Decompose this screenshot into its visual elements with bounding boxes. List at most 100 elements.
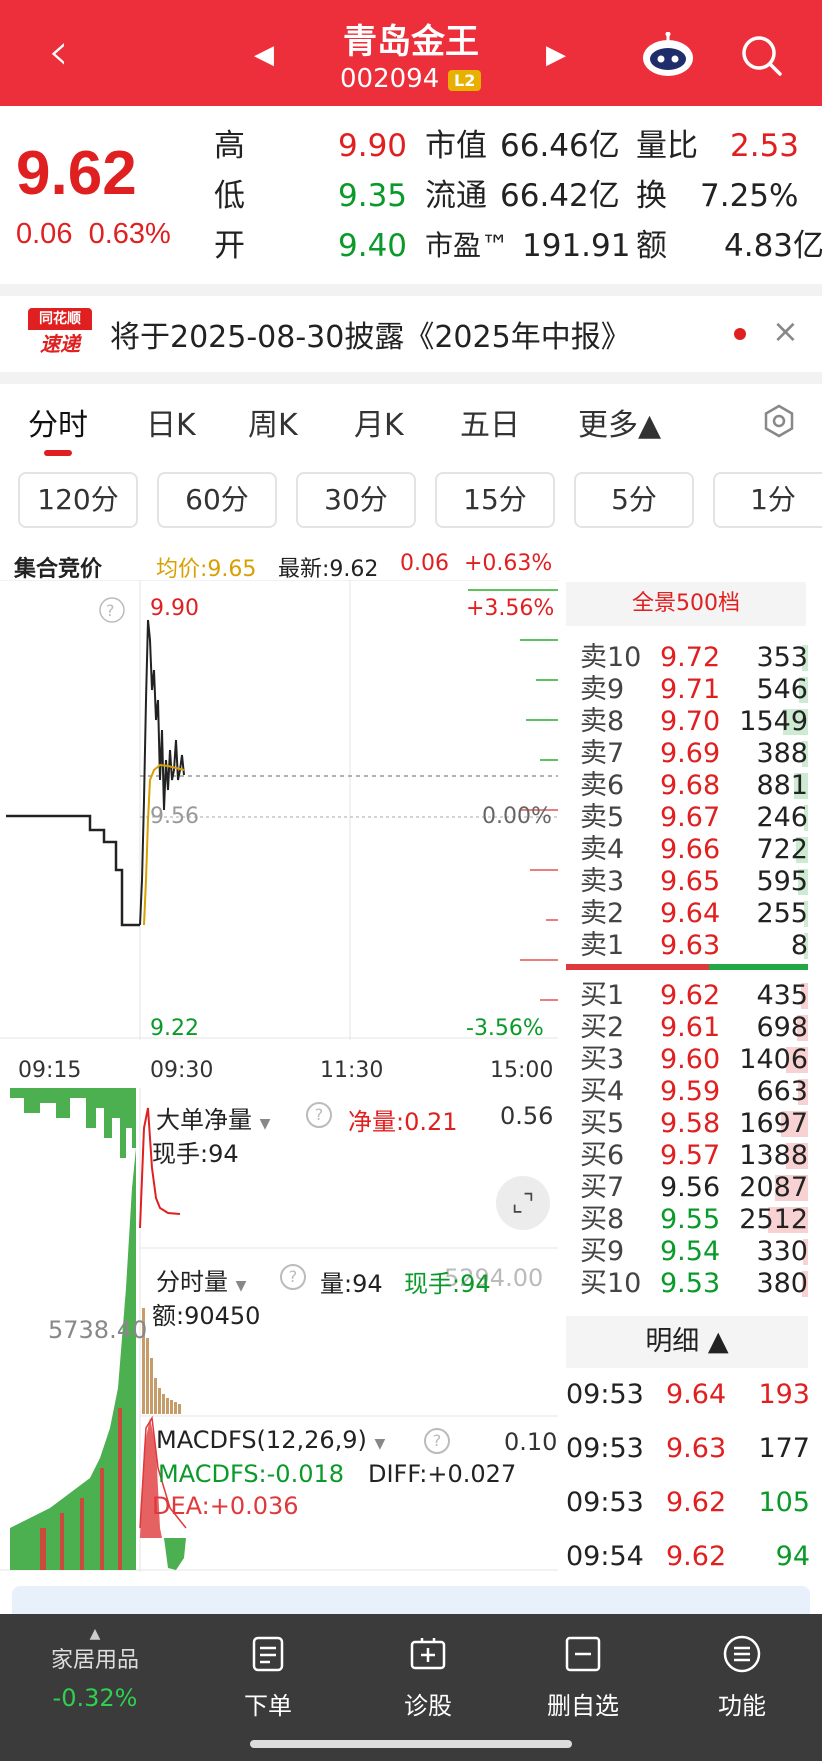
trade-detail-row[interactable]: 09:54 9.62 94 [566,1530,810,1584]
big-order-hand: 现手:94 [152,1140,239,1168]
period-120min[interactable]: 120分 [18,472,138,528]
robot-assistant-icon[interactable] [640,32,696,78]
y-axis-low-pct: -3.56% [466,1016,544,1041]
auction-volume-top [10,1088,136,1158]
volume-amount: 额:90450 [152,1302,261,1330]
tab-daily-k[interactable]: 日K [146,400,196,444]
sector-item[interactable]: ▲ 家居用品 -0.32% [40,1626,150,1712]
trade-detail-row[interactable]: 09:53 9.64 193 [566,1368,810,1422]
ask-row[interactable]: 卖10 9.72 353 [572,642,808,674]
ask-vol: 255 [756,898,808,929]
period-30min[interactable]: 30分 [296,472,416,528]
ask-price: 9.67 [660,802,721,833]
diagnose-icon [410,1638,446,1670]
nav-functions[interactable]: 功能 [702,1634,782,1721]
ask-row[interactable]: 卖5 9.67 246 [572,802,808,834]
tab-weekly-k[interactable]: 周K [248,400,298,444]
book-split-bar [566,964,808,970]
period-60min[interactable]: 60分 [157,472,277,528]
tab-monthly-k[interactable]: 月K [354,400,404,444]
bid-row[interactable]: 买7 9.56 2087 [572,1172,808,1204]
search-icon[interactable] [738,32,784,78]
bid-row[interactable]: 买5 9.58 1697 [572,1108,808,1140]
macd-selector[interactable]: MACDFS(12,26,9) ▼ [156,1426,385,1454]
unread-dot-icon [734,328,746,340]
disclosure-notice[interactable]: 同花顺 速递 将于2025-08-30披露《2025年中报》 × [0,296,822,372]
market-cap-value: 66.46亿 [500,128,620,164]
amount-value: 4.83亿 [724,228,822,264]
sector-pct: -0.32% [52,1684,138,1712]
next-stock-icon[interactable]: ▶ [546,40,566,70]
ask-vol: 595 [756,866,808,897]
auction-price-line [6,814,140,927]
quote-panel: 9.62 0.06 0.63% [0,106,822,296]
bid-price: 9.62 [660,980,721,1011]
bid-label: 买3 [580,1044,625,1075]
y-axis-mid: 9.56 [150,804,199,829]
trade-time: 09:53 [566,1379,644,1410]
auction-label: 集合竞价 [14,557,103,582]
bid-row[interactable]: 买1 9.62 435 [572,980,808,1012]
ask-row[interactable]: 卖8 9.70 1549 [572,706,808,738]
help-icon[interactable]: ? [306,1102,332,1128]
help-icon[interactable]: ? [280,1264,306,1290]
diff-value: DIFF:+0.027 [368,1460,517,1488]
nav-diagnose[interactable]: 诊股 [388,1634,468,1721]
y-axis-high: 9.90 [150,596,199,621]
ask-label: 卖8 [580,706,625,737]
dea-value: DEA:+0.036 [152,1492,299,1520]
bid-row[interactable]: 买3 9.60 1406 [572,1044,808,1076]
ask-label: 卖5 [580,802,625,833]
bid-row[interactable]: 买9 9.54 330 [572,1236,808,1268]
price-change: 0.06 0.63% [16,218,171,251]
ask-row[interactable]: 卖1 9.63 8 [572,930,808,962]
bid-row[interactable]: 买8 9.55 2512 [572,1204,808,1236]
order-book-title[interactable]: 全景500档 [566,582,806,626]
tab-more[interactable]: 更多▲ [578,400,661,444]
bid-price: 9.53 [660,1268,721,1299]
ask-row[interactable]: 卖2 9.64 255 [572,898,808,930]
ask-price: 9.63 [660,930,721,961]
nav-order[interactable]: 下单 [228,1634,308,1721]
bid-row[interactable]: 买10 9.53 380 [572,1268,808,1300]
bid-row[interactable]: 买6 9.57 1388 [572,1140,808,1172]
ask-price: 9.69 [660,738,721,769]
notice-text: 将于2025-08-30披露《2025年中报》 [110,320,631,355]
chart-settings-icon[interactable] [762,404,796,438]
ask-row[interactable]: 卖3 9.65 595 [572,866,808,898]
big-order-selector[interactable]: 大单净量 ▼ [156,1100,270,1135]
period-15min[interactable]: 15分 [435,472,555,528]
close-notice-icon[interactable]: × [772,312,799,350]
trade-detail-row[interactable]: 09:53 9.62 105 [566,1476,810,1530]
tab-intraday[interactable]: 分时 [28,400,88,444]
bid-row[interactable]: 买2 9.61 698 [572,1012,808,1044]
bid-price: 9.60 [660,1044,721,1075]
period-5min[interactable]: 5分 [574,472,694,528]
pe-label: 市盈™ [425,229,510,262]
ask-vol: 8 [790,930,808,961]
tonghuashun-logo: 同花顺 速递 [28,308,92,360]
ask-row[interactable]: 卖4 9.66 722 [572,834,808,866]
open-label: 开 [214,228,245,264]
bid-vol: 2087 [739,1172,808,1203]
ask-row[interactable]: 卖6 9.68 881 [572,770,808,802]
intraday-chart[interactable]: ? [0,580,560,1040]
bid-row[interactable]: 买4 9.59 663 [572,1076,808,1108]
help-icon[interactable]: ? [424,1428,450,1454]
detail-header[interactable]: 明细 ▲ [566,1316,808,1368]
ask-row[interactable]: 卖9 9.71 546 [572,674,808,706]
nav-remove-watchlist[interactable]: 删自选 [538,1634,628,1721]
bid-vol: 330 [756,1236,808,1267]
trade-time: 09:53 [566,1487,644,1518]
tab-five-day[interactable]: 五日 [460,400,520,444]
volume-selector[interactable]: 分时量 ▼ [156,1262,246,1297]
right-depth-ticks-red [520,809,558,1001]
period-1min[interactable]: 1分 [713,472,822,528]
ask-label: 卖2 [580,898,625,929]
fullscreen-icon[interactable]: ⌞⌝ [496,1176,550,1230]
ask-row[interactable]: 卖7 9.69 388 [572,738,808,770]
app-header: ‹ ◀ 青岛金王 002094 L2 ▶ [0,0,822,106]
trade-price: 9.62 [666,1487,727,1518]
home-indicator[interactable] [250,1740,572,1748]
trade-detail-row[interactable]: 09:53 9.63 177 [566,1422,810,1476]
